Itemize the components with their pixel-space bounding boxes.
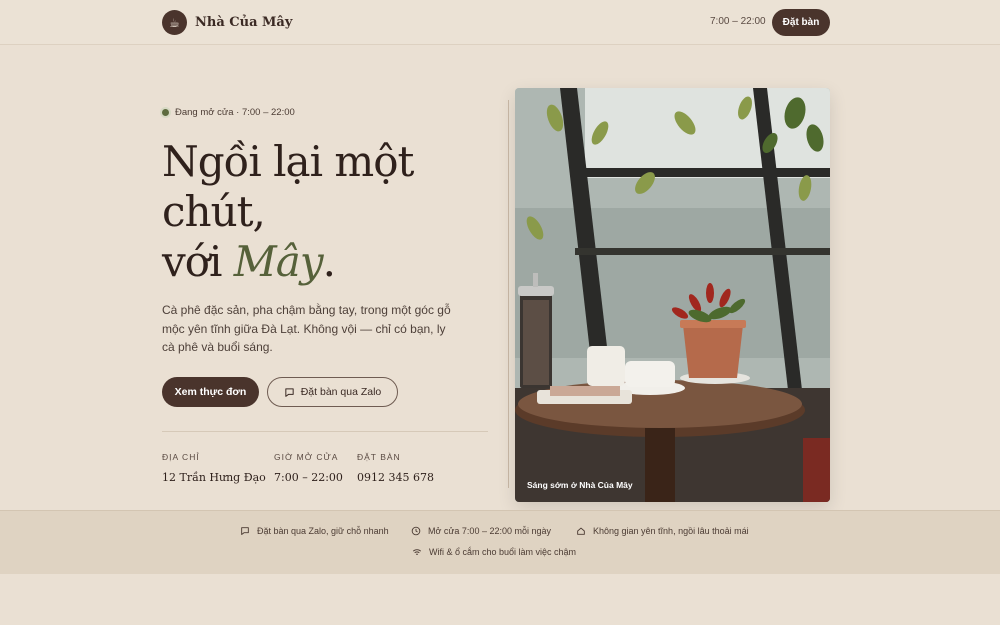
feature-text: Wifi & ổ cắm cho buổi làm việc chậm bbox=[429, 547, 577, 557]
hero-photo: Sáng sớm ở Nhà Của Mây bbox=[515, 88, 830, 502]
clock-icon bbox=[411, 526, 421, 536]
hero-headline: Ngồi lại một chút, với Mây. bbox=[162, 137, 492, 287]
info-hours: Giờ mở cửa 7:00 – 22:00 bbox=[274, 452, 343, 484]
photo-accent-line bbox=[508, 100, 509, 488]
headline-line1: Ngồi lại một chút, bbox=[162, 137, 414, 236]
info-label: Giờ mở cửa bbox=[274, 452, 339, 462]
info-divider bbox=[162, 431, 488, 432]
brand[interactable]: ☕ Nhà Của Mây bbox=[162, 10, 292, 35]
headline-accent: Mây bbox=[233, 237, 324, 286]
wifi-icon bbox=[412, 549, 422, 555]
cafe-table-illustration bbox=[515, 88, 830, 502]
photo-caption: Sáng sớm ở Nhà Của Mây bbox=[527, 480, 633, 490]
book-zalo-label: Đặt bàn qua Zalo bbox=[300, 386, 382, 398]
headline-suffix: . bbox=[322, 237, 336, 286]
chat-icon bbox=[285, 387, 294, 397]
feature-text: Mở cửa 7:00 – 22:00 mỗi ngày bbox=[428, 526, 551, 536]
info-label: Địa chỉ bbox=[162, 452, 200, 462]
feature-item: Mở cửa 7:00 – 22:00 mỗi ngày bbox=[411, 526, 551, 536]
info-value: 7:00 – 22:00 bbox=[274, 471, 343, 484]
feature-text: Không gian yên tĩnh, ngồi lâu thoải mái bbox=[593, 526, 749, 536]
feature-item: Không gian yên tĩnh, ngồi lâu thoải mái bbox=[576, 526, 749, 536]
status-dot-icon bbox=[162, 109, 169, 116]
brand-name: Nhà Của Mây bbox=[195, 15, 293, 30]
book-zalo-button[interactable]: Đặt bàn qua Zalo bbox=[267, 377, 398, 407]
view-menu-button[interactable]: Xem thực đơn bbox=[162, 377, 259, 407]
info-booking: Đặt bàn 0912 345 678 bbox=[357, 452, 434, 484]
info-label: Đặt bàn bbox=[357, 452, 401, 462]
coffee-cup-icon: ☕ bbox=[162, 10, 187, 35]
info-phone[interactable]: 0912 345 678 bbox=[357, 471, 434, 484]
info-value: 12 Trần Hưng Đạo bbox=[162, 471, 266, 484]
hero-description: Cà phê đặc sản, pha chậm bằng tay, trong… bbox=[162, 303, 451, 354]
chat-icon bbox=[241, 527, 249, 535]
open-status-text: Đang mở cửa · 7:00 – 22:00 bbox=[175, 107, 295, 118]
book-table-button[interactable]: Đặt bàn bbox=[772, 9, 830, 36]
feature-item: Wifi & ổ cắm cho buổi làm việc chậm bbox=[412, 547, 576, 557]
open-status: Đang mở cửa · 7:00 – 22:00 bbox=[162, 107, 295, 118]
top-header: ☕ Nhà Của Mây 7:00 – 22:00 Đặt bàn bbox=[0, 0, 1000, 45]
home-icon bbox=[577, 527, 585, 535]
features-band: Đặt bàn qua Zalo, giữ chỗ nhanh Mở cửa 7… bbox=[0, 510, 1000, 574]
headline-prefix: với bbox=[162, 237, 234, 286]
header-hours: 7:00 – 22:00 bbox=[710, 16, 766, 27]
feature-item: Đặt bàn qua Zalo, giữ chỗ nhanh bbox=[240, 526, 389, 536]
feature-text: Đặt bàn qua Zalo, giữ chỗ nhanh bbox=[257, 526, 389, 536]
info-address: Địa chỉ 12 Trần Hưng Đạo bbox=[162, 452, 266, 484]
